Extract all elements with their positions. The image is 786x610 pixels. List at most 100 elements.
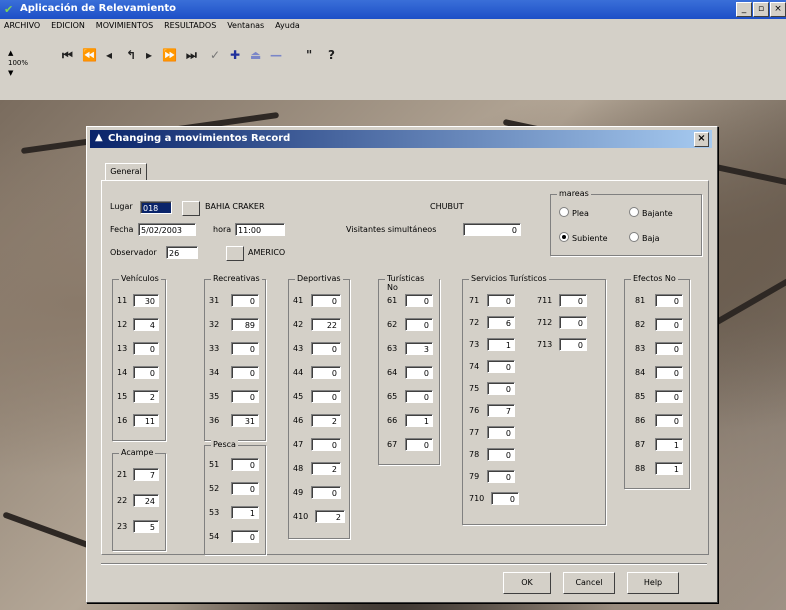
- servicios-value-input[interactable]: 1: [487, 338, 515, 351]
- servicios-value-input[interactable]: 0: [559, 294, 587, 307]
- deportivas-value-input[interactable]: 2: [311, 462, 341, 475]
- add-record-icon[interactable]: ✚: [230, 48, 240, 62]
- maximize-button[interactable]: ▫: [753, 2, 769, 17]
- deportivas-value-input[interactable]: 0: [311, 486, 341, 499]
- servicios-value-input[interactable]: 0: [559, 338, 587, 351]
- servicios-value-input[interactable]: 0: [487, 382, 515, 395]
- undo-icon[interactable]: ↰: [126, 48, 136, 62]
- pesca-value-input[interactable]: 1: [231, 506, 259, 519]
- vehiculos-value-input[interactable]: 0: [133, 342, 159, 355]
- recreativas-value-input[interactable]: 0: [231, 342, 259, 355]
- menu-archivo[interactable]: ARCHIVO: [0, 19, 44, 30]
- efectos-value-input[interactable]: 1: [655, 462, 683, 475]
- help-icon[interactable]: ?: [328, 48, 335, 62]
- radio-plea[interactable]: Plea: [559, 207, 589, 218]
- pesca-value-input[interactable]: 0: [231, 458, 259, 471]
- tab-general[interactable]: General: [105, 163, 147, 181]
- vehiculos-value-input[interactable]: 4: [133, 318, 159, 331]
- servicios-value-input[interactable]: 0: [487, 294, 515, 307]
- servicios-value-input[interactable]: 7: [487, 404, 515, 417]
- efectos-value-input[interactable]: 0: [655, 294, 683, 307]
- cancel-button[interactable]: Cancel: [563, 572, 615, 594]
- menu-ayuda[interactable]: Ayuda: [271, 19, 304, 30]
- minimize-button[interactable]: _: [736, 2, 752, 17]
- prev-page-icon[interactable]: ⏪: [82, 48, 97, 62]
- vehiculos-value-input[interactable]: 11: [133, 414, 159, 427]
- deportivas-value-input[interactable]: 2: [315, 510, 345, 523]
- dialog-close-button[interactable]: ×: [694, 132, 709, 147]
- servicios-value-input[interactable]: 0: [487, 448, 515, 461]
- efectos-value-input[interactable]: 1: [655, 438, 683, 451]
- servicios-value-input[interactable]: 0: [487, 426, 515, 439]
- pesca-value-input[interactable]: 0: [231, 530, 259, 543]
- turisticas-value-input[interactable]: 0: [405, 438, 433, 451]
- recreativas-value-input[interactable]: 89: [231, 318, 259, 331]
- menu-resultados[interactable]: RESULTADOS: [160, 19, 220, 30]
- acampe-value-input[interactable]: 7: [133, 468, 159, 481]
- menu-movimientos[interactable]: MOVIMIENTOS: [92, 19, 157, 30]
- next-record-icon[interactable]: ▸: [146, 48, 152, 62]
- turisticas-value-input[interactable]: 0: [405, 390, 433, 403]
- efectos-value-input[interactable]: 0: [655, 342, 683, 355]
- turisticas-value-input[interactable]: 0: [405, 294, 433, 307]
- servicios-value-input[interactable]: 0: [491, 492, 519, 505]
- radio-baja[interactable]: Baja: [629, 232, 660, 243]
- menu-edicion[interactable]: EDICION: [47, 19, 89, 30]
- deportivas-value-input[interactable]: 0: [311, 342, 341, 355]
- turisticas-value-input[interactable]: 3: [405, 342, 433, 355]
- observador-input[interactable]: 26: [166, 246, 198, 259]
- visitantes-input[interactable]: 0: [463, 223, 521, 236]
- radio-bajante-circle[interactable]: [629, 207, 639, 217]
- prev-record-icon[interactable]: ◂: [106, 48, 112, 62]
- radio-baja-circle[interactable]: [629, 232, 639, 242]
- fecha-input[interactable]: 5/02/2003: [138, 223, 196, 236]
- deportivas-value-input[interactable]: 0: [311, 390, 341, 403]
- acampe-value-input[interactable]: 5: [133, 520, 159, 533]
- delete-icon[interactable]: —: [270, 48, 282, 62]
- zoom-control[interactable]: ▲ 100% ▼: [8, 48, 44, 77]
- radio-bajante[interactable]: Bajante: [629, 207, 673, 218]
- pesca-value-input[interactable]: 0: [231, 482, 259, 495]
- recreativas-value-input[interactable]: 31: [231, 414, 259, 427]
- acampe-value-input[interactable]: 24: [133, 494, 159, 507]
- menu-ventanas[interactable]: Ventanas: [223, 19, 268, 30]
- radio-subiente-circle[interactable]: [559, 232, 569, 242]
- efectos-value-input[interactable]: 0: [655, 318, 683, 331]
- efectos-value-input[interactable]: 0: [655, 366, 683, 379]
- next-page-icon[interactable]: ⏩: [162, 48, 177, 62]
- radio-plea-circle[interactable]: [559, 207, 569, 217]
- recreativas-value-input[interactable]: 0: [231, 294, 259, 307]
- help-button[interactable]: Help: [627, 572, 679, 594]
- deportivas-value-input[interactable]: 0: [311, 438, 341, 451]
- turisticas-value-input[interactable]: 0: [405, 366, 433, 379]
- radio-subiente[interactable]: Subiente: [559, 232, 608, 243]
- ok-button[interactable]: OK: [503, 572, 551, 594]
- turisticas-value-input[interactable]: 0: [405, 318, 433, 331]
- deportivas-value-input[interactable]: 0: [311, 294, 341, 307]
- vehiculos-value-input[interactable]: 2: [133, 390, 159, 403]
- recreativas-value-input[interactable]: 0: [231, 366, 259, 379]
- deportivas-value-input[interactable]: 0: [311, 366, 341, 379]
- servicios-value-input[interactable]: 0: [487, 470, 515, 483]
- turisticas-value-input[interactable]: 1: [405, 414, 433, 427]
- servicios-value-input[interactable]: 0: [487, 360, 515, 373]
- deportivas-value-input[interactable]: 2: [311, 414, 341, 427]
- servicios-value-input[interactable]: 6: [487, 316, 515, 329]
- vehiculos-value-input[interactable]: 0: [133, 366, 159, 379]
- hora-input[interactable]: 11:00: [235, 223, 285, 236]
- efectos-value-input[interactable]: 0: [655, 414, 683, 427]
- lugar-input[interactable]: 018: [140, 201, 172, 214]
- lugar-lookup-button[interactable]: [182, 201, 200, 216]
- eject-icon[interactable]: ⏏: [250, 48, 261, 62]
- check-icon[interactable]: ✓: [210, 48, 220, 62]
- last-record-icon[interactable]: ⏭: [186, 48, 197, 63]
- observador-lookup-button[interactable]: [226, 246, 244, 261]
- recreativas-value-input[interactable]: 0: [231, 390, 259, 403]
- close-window-button[interactable]: ×: [770, 2, 786, 17]
- efectos-value-input[interactable]: 0: [655, 390, 683, 403]
- quote-icon[interactable]: ": [306, 48, 312, 62]
- servicios-value-input[interactable]: 0: [559, 316, 587, 329]
- deportivas-value-input[interactable]: 22: [311, 318, 341, 331]
- vehiculos-value-input[interactable]: 30: [133, 294, 159, 307]
- first-record-icon[interactable]: ⏮: [62, 48, 73, 63]
